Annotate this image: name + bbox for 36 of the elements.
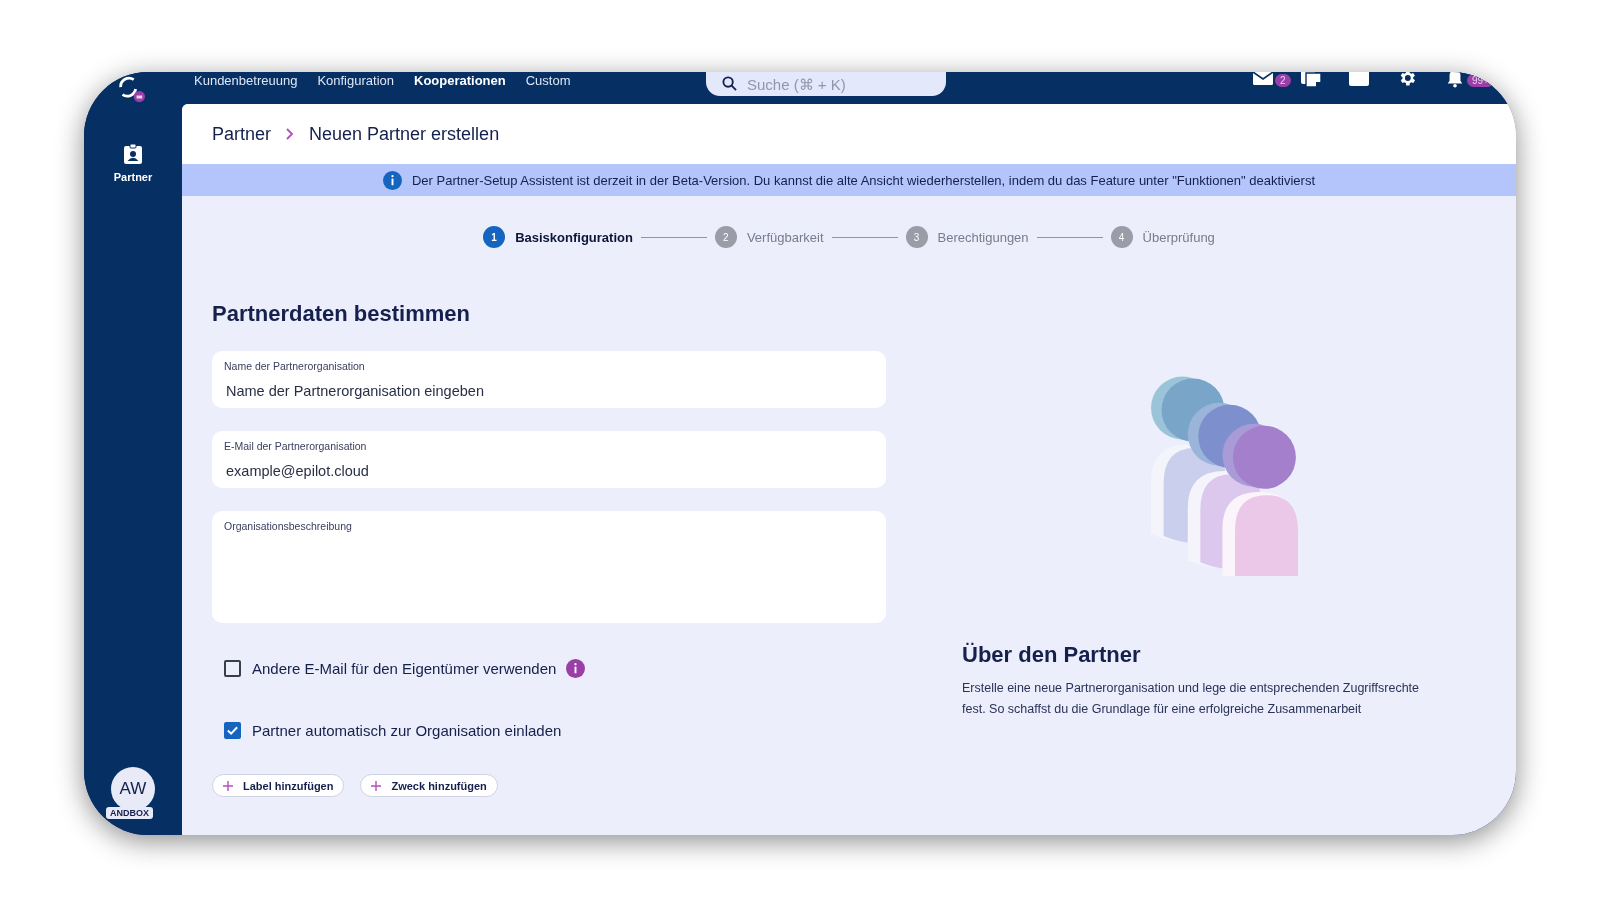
checkbox[interactable] (224, 659, 241, 677)
nav-item[interactable]: Kundenbetreuung (194, 73, 298, 89)
notes-icon[interactable] (1300, 72, 1322, 88)
about-text: Erstelle eine neue Partnerorganisation und lege die entsprechenden Zugriffsrechte fest. So schaffst du die Grundlage für eine erfolgreiche Zusammenarbeit (962, 680, 1420, 718)
sidebar-item[interactable]: Partner (107, 142, 159, 184)
environment-tag: ANDBOX (106, 807, 153, 819)
stepper-step[interactable]: 2 Verfügbarkeit (714, 226, 824, 248)
add-button[interactable]: Zweck hinzufügen (360, 774, 498, 797)
field-label: E-Mail der Partnerorganisation (224, 440, 367, 452)
nav-item[interactable]: Konfiguration (317, 73, 394, 89)
search-field[interactable]: Suche (⌘ + K) (706, 72, 946, 96)
stepper-step[interactable]: 3 Berechtigungen (905, 226, 1029, 248)
checkbox-label: Andere E-Mail für den Eigentümer verwenden (252, 659, 557, 677)
id-badge-icon (122, 143, 144, 165)
stepper-step[interactable]: 1 Basiskonfiguration (483, 226, 633, 248)
section-heading: Partnerdaten bestimmen (212, 301, 471, 327)
banner-text: Der Partner-Setup Assistent ist derzeit in der Beta-Version. Du kannst die alte Ansicht wiederherstellen, indem du das Feature unter "Funktionen" deaktivierst (411, 172, 1316, 188)
mail-icon[interactable] (1252, 72, 1274, 88)
checkbox-label: Partner automatisch zur Organisation einladen (252, 721, 562, 739)
nav-item[interactable]: Custom (525, 73, 571, 89)
nav-item[interactable]: Kooperationen (414, 73, 506, 89)
plus-icon (371, 780, 382, 791)
about-heading: Über den Partner (962, 642, 1142, 668)
plus-icon (223, 780, 233, 791)
breadcrumb-link[interactable]: Partner (212, 123, 272, 145)
info-icon (382, 170, 402, 190)
chevron-icon (285, 128, 296, 140)
field-label: Organisationsbeschreibung (224, 520, 352, 532)
count-badge: 2 (1275, 74, 1291, 87)
checkbox[interactable] (224, 721, 241, 739)
page-title: Neuen Partner erstellen (309, 123, 500, 145)
info-icon[interactable] (566, 658, 586, 678)
add-button[interactable]: Label hinzufügen (212, 774, 345, 797)
field-label: Name der Partnerorganisation (224, 360, 365, 372)
stepper-step[interactable]: 4 Überprüfung (1110, 226, 1215, 248)
search-icon (722, 76, 737, 91)
